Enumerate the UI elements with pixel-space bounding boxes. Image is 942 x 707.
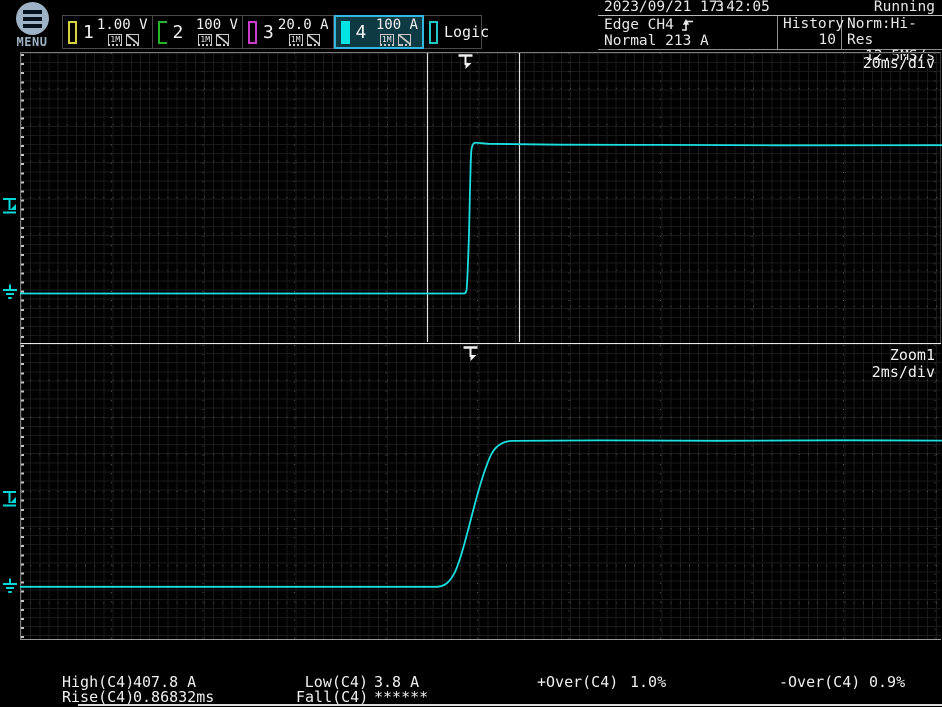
history-box[interactable]: History 10 — [778, 16, 842, 49]
menu-label: MENU — [8, 35, 56, 49]
trigger-mode: Edge CH4 — [604, 17, 674, 33]
probe-icon — [126, 34, 139, 46]
trigger-settings-box[interactable]: Edge CH4 Normal 213 A — [598, 16, 778, 49]
history-value: 10 — [778, 32, 841, 48]
meas-pover-label: +Over(C4) — [537, 675, 618, 690]
probe-icon — [307, 34, 320, 46]
impedance-icon: 1M — [108, 34, 122, 46]
status-date-row: 2023/09/21 17:42:05 3 Running — [598, 0, 942, 16]
zoom-waveform-window — [20, 343, 941, 640]
main-waveform-window — [20, 52, 941, 343]
menu-button[interactable]: MENU — [8, 2, 56, 48]
channel-3-number: 3 — [263, 22, 276, 43]
history-label: History — [778, 16, 841, 32]
channel-1-number: 1 — [83, 22, 96, 43]
channel-2-number: 2 — [173, 22, 186, 43]
channel-4-coupling-icon — [341, 21, 350, 44]
channel-4-number: 4 — [356, 22, 369, 43]
meas-fall-label: Fall(C4) — [296, 690, 368, 705]
channel-bar: 1 1.00 V 1M 2 100 V 1M 3 — [62, 15, 482, 49]
zoom-timebase-label: 2ms/div — [872, 364, 935, 380]
zoom-ground-level-icon[interactable] — [3, 579, 17, 593]
meas-fall-value: ****** — [374, 690, 428, 705]
bottom-separator — [78, 704, 942, 706]
channel-1-scale: 1.00 V — [97, 18, 148, 32]
trigger-level: Normal 213 A — [604, 33, 777, 49]
logic-state-icon — [429, 21, 438, 44]
main-timebase-label: 20ms/div — [863, 55, 935, 71]
record-mode-box[interactable]: Norm:Hi-Res 12.5MS/s — [842, 16, 942, 49]
channel-3-coupling-icon — [248, 21, 257, 44]
impedance-icon: 1M — [198, 34, 212, 46]
impedance-icon: 1M — [289, 34, 303, 46]
zoom-trigger-level-icon[interactable] — [3, 492, 16, 506]
channel-3-scale: 20.0 A — [278, 18, 329, 32]
run-state: Running — [874, 0, 935, 15]
rising-edge-icon — [681, 18, 694, 32]
meas-rise-value: 0.86832ms — [133, 690, 214, 705]
zoom-window-title: Zoom1 — [890, 347, 935, 363]
main-trigger-level-icon[interactable] — [3, 199, 16, 213]
logic-label: Logic — [444, 23, 489, 41]
meas-pover-value: 1.0% — [630, 675, 666, 690]
acquisition-count: 3 — [698, 0, 724, 15]
meas-rise-label: Rise(C4) — [62, 690, 134, 705]
channel-4-block-selected[interactable]: 4 100 A 1M — [334, 15, 425, 49]
channel-1-block[interactable]: 1 1.00 V 1M — [62, 15, 153, 49]
main-ground-level-icon[interactable] — [3, 285, 17, 299]
hamburger-icon — [16, 2, 49, 35]
probe-icon — [216, 34, 229, 46]
oscilloscope-screen: MENU 1 1.00 V 1M 2 100 V 1M — [0, 0, 942, 707]
channel-2-scale: 100 V — [196, 18, 238, 32]
datetime: 2023/09/21 17:42:05 — [604, 0, 770, 15]
logic-block[interactable]: Logic — [424, 15, 482, 49]
channel-2-block[interactable]: 2 100 V 1M — [153, 15, 244, 49]
impedance-icon: 1M — [380, 34, 394, 46]
meas-nover-value: 0.9% — [869, 675, 905, 690]
channel-3-block[interactable]: 3 20.0 A 1M — [243, 15, 334, 49]
meas-nover-label: -Over(C4) — [779, 675, 860, 690]
main-left-scale-ticks — [21, 54, 24, 342]
channel-4-scale: 100 A — [376, 18, 418, 32]
channel-1-coupling-icon — [68, 21, 77, 44]
status-area: 2023/09/21 17:42:05 3 Running Edge CH4 N… — [598, 0, 942, 50]
probe-icon — [398, 34, 411, 46]
zoom-left-scale-ticks — [21, 345, 24, 638]
record-mode: Norm:Hi-Res — [842, 16, 942, 48]
channel-2-coupling-icon — [158, 21, 167, 44]
